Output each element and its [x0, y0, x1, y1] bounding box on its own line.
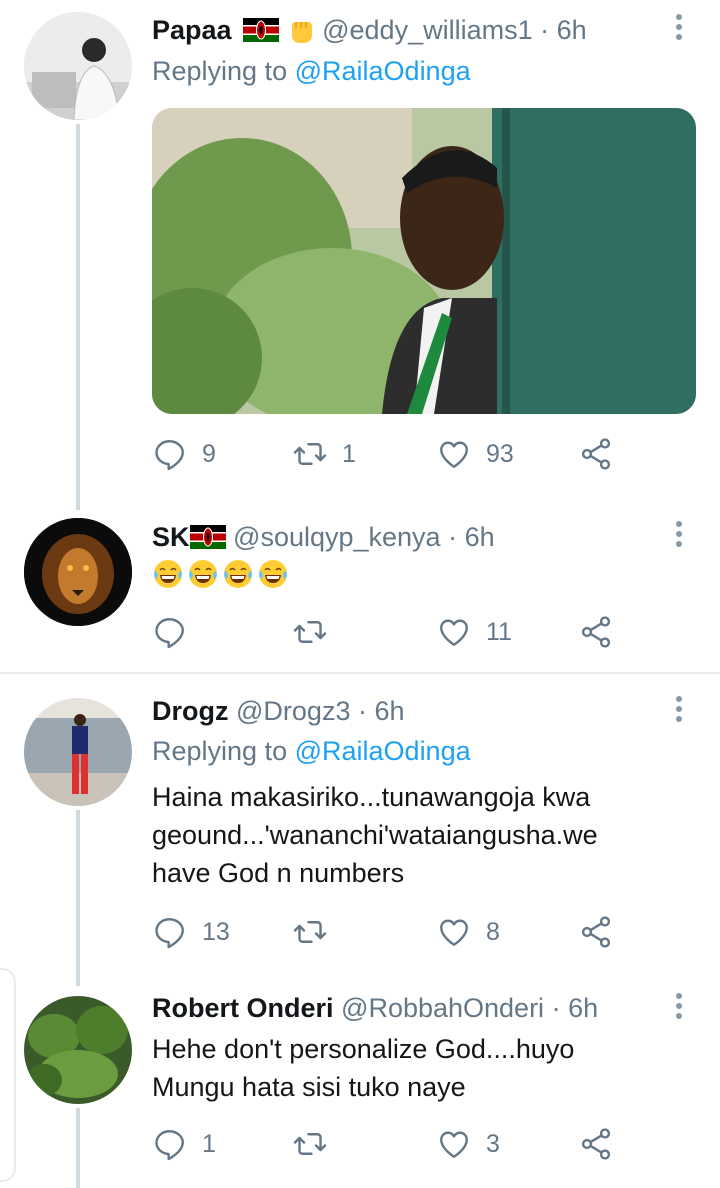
like-count: 3 [486, 1129, 500, 1158]
share-button[interactable] [578, 1124, 614, 1164]
avatar-photo [24, 996, 132, 1104]
share-button[interactable] [578, 612, 614, 652]
like-icon [436, 436, 472, 472]
reply-icon [152, 1126, 188, 1162]
more-icon[interactable] [668, 14, 690, 44]
like-count: 93 [486, 439, 514, 468]
tweet-actions: 9 1 93 [152, 434, 622, 474]
reply-button[interactable] [152, 612, 202, 652]
retweet-button[interactable]: 1 [292, 434, 356, 474]
tweet-sk[interactable]: SK @soulqyp_kenya · 6h 😂😂😂😂 11 [0, 500, 720, 672]
laughing-emoji-icon [152, 558, 184, 590]
tweet-header: Papaa @eddy_williams1 · 6h [152, 13, 587, 47]
more-icon[interactable] [668, 993, 690, 1023]
tweet-text: 😂😂😂😂 [152, 558, 672, 600]
handle[interactable]: @eddy_williams1 [322, 15, 533, 45]
tweet-papaa[interactable]: Papaa @eddy_williams1 · 6h Replying to @… [0, 0, 720, 510]
more-icon[interactable] [668, 696, 690, 726]
replying-prefix: Replying to [152, 736, 288, 766]
avatar[interactable] [24, 996, 132, 1104]
share-button[interactable] [578, 434, 614, 474]
timestamp[interactable]: · 6h [540, 15, 587, 45]
like-count: 8 [486, 917, 500, 946]
laughing-emoji-icon [187, 558, 219, 590]
reply-icon [152, 614, 188, 650]
like-button[interactable]: 8 [436, 912, 500, 952]
reply-count: 9 [202, 439, 216, 468]
replying-to: Replying to @RailaOdinga [152, 736, 471, 767]
reply-button[interactable]: 9 [152, 434, 216, 474]
share-icon [578, 1126, 614, 1162]
share-icon [578, 614, 614, 650]
reply-count: 13 [202, 917, 230, 946]
retweet-count: 1 [342, 439, 356, 468]
thread-line [76, 810, 80, 986]
reply-button[interactable]: 13 [152, 912, 230, 952]
retweet-button[interactable] [292, 912, 342, 952]
edge-panel-handle[interactable] [0, 968, 16, 1182]
display-name[interactable]: Robert Onderi [152, 993, 334, 1023]
display-name[interactable]: Drogz [152, 696, 229, 726]
tweet-media[interactable] [152, 108, 696, 414]
tweet-robert-onderi[interactable]: Robert Onderi @RobbahOnderi · 6h Hehe do… [0, 974, 720, 1188]
thread-line [76, 1108, 80, 1188]
like-icon [436, 914, 472, 950]
share-icon [578, 914, 614, 950]
avatar-photo [24, 518, 132, 626]
kenya-flag-icon [243, 18, 279, 42]
tweet-text: Haina makasiriko...tunawangoja kwa geoun… [152, 782, 598, 888]
laughing-emoji-icon [222, 558, 254, 590]
handle[interactable]: @RobbahOnderi [341, 993, 544, 1023]
replying-to: Replying to @RailaOdinga [152, 56, 471, 87]
raised-fist-icon [291, 22, 312, 43]
like-icon [436, 614, 472, 650]
tweet-actions: 11 [152, 612, 622, 652]
avatar-photo [24, 698, 132, 806]
tweet-header: Drogz @Drogz3 · 6h [152, 694, 405, 728]
retweet-icon [292, 614, 328, 650]
mention-link[interactable]: @RailaOdinga [295, 736, 471, 766]
timestamp[interactable]: · 6h [448, 522, 495, 552]
retweet-button[interactable] [292, 1124, 342, 1164]
reply-icon [152, 436, 188, 472]
retweet-icon [292, 1126, 328, 1162]
reply-button[interactable]: 1 [152, 1124, 216, 1164]
retweet-button[interactable] [292, 612, 342, 652]
tweet-drogz[interactable]: Drogz @Drogz3 · 6h Replying to @RailaOdi… [0, 674, 720, 986]
avatar-photo [24, 12, 132, 120]
tweet-header: SK @soulqyp_kenya · 6h [152, 520, 495, 554]
display-name[interactable]: Papaa [152, 15, 232, 45]
timestamp[interactable]: · 6h [552, 993, 599, 1023]
media-image [152, 108, 696, 414]
tweet-actions: 13 8 [152, 912, 622, 952]
laughing-emoji-icon [257, 558, 289, 590]
like-button[interactable]: 93 [436, 434, 514, 474]
reply-count: 1 [202, 1129, 216, 1158]
more-icon[interactable] [668, 521, 690, 551]
kenya-flag-icon [190, 525, 226, 549]
retweet-icon [292, 436, 328, 472]
display-name[interactable]: SK [152, 522, 190, 552]
timestamp[interactable]: · 6h [358, 696, 405, 726]
replying-prefix: Replying to [152, 56, 288, 86]
tweet-text: Hehe don't personalize God....huyo Mungu… [152, 1034, 575, 1102]
avatar[interactable] [24, 518, 132, 626]
tweet-header: Robert Onderi @RobbahOnderi · 6h [152, 991, 598, 1025]
avatar[interactable] [24, 12, 132, 120]
like-button[interactable]: 11 [436, 612, 512, 652]
avatar[interactable] [24, 698, 132, 806]
like-icon [436, 1126, 472, 1162]
reply-icon [152, 914, 188, 950]
handle[interactable]: @Drogz3 [236, 696, 350, 726]
like-button[interactable]: 3 [436, 1124, 500, 1164]
share-button[interactable] [578, 912, 614, 952]
thread-line [76, 124, 80, 510]
tweet-actions: 1 3 [152, 1124, 622, 1164]
share-icon [578, 436, 614, 472]
retweet-icon [292, 914, 328, 950]
handle[interactable]: @soulqyp_kenya [233, 522, 441, 552]
like-count: 11 [486, 617, 512, 646]
mention-link[interactable]: @RailaOdinga [295, 56, 471, 86]
